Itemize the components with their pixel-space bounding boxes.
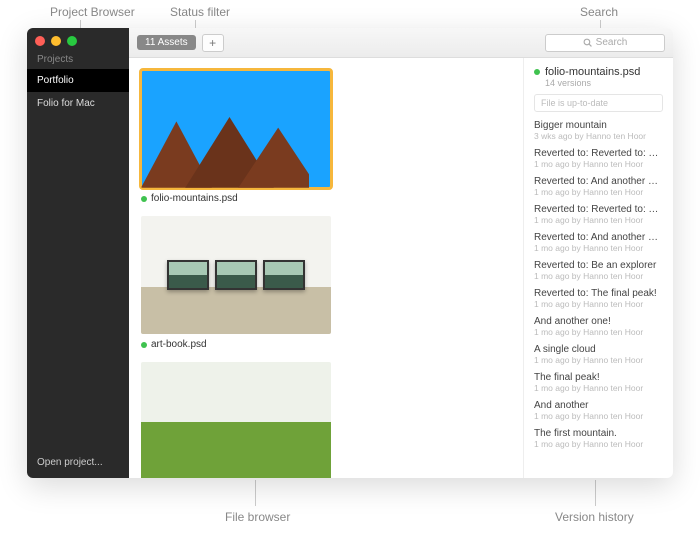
version-history-panel: folio-mountains.psd 14 versions File is … xyxy=(523,58,673,478)
callout-version-history: Version history xyxy=(555,510,634,524)
version-item[interactable]: Reverted to: Be an explorer1 mo ago by H… xyxy=(534,260,663,281)
version-item[interactable]: The first mountain.1 mo ago by Hanno ten… xyxy=(534,428,663,449)
version-meta: 1 mo ago by Hanno ten Hoor xyxy=(534,243,663,253)
version-item[interactable]: Reverted to: The final peak!1 mo ago by … xyxy=(534,288,663,309)
version-item[interactable]: Bigger mountain3 wks ago by Hanno ten Ho… xyxy=(534,120,663,141)
asset-art-book[interactable]: art-book.psd xyxy=(141,216,331,350)
gallery-picture-icon xyxy=(167,260,209,290)
open-project-button[interactable]: Open project... xyxy=(27,447,129,478)
version-item[interactable]: Reverted to: Reverted to: The1 mo ago by… xyxy=(534,148,663,169)
version-meta: 1 mo ago by Hanno ten Hoor xyxy=(534,271,663,281)
asset-rice-fields[interactable]: Rice fields I took this photo while on a… xyxy=(141,362,331,478)
uptodate-badge: File is up-to-date xyxy=(534,94,663,112)
sidebar-header: Projects xyxy=(27,50,129,69)
version-count: 14 versions xyxy=(545,78,663,88)
version-title: The final peak! xyxy=(534,372,663,383)
version-title: The first mountain. xyxy=(534,428,663,439)
asset-thumbnail xyxy=(141,362,331,478)
callout-line xyxy=(595,480,596,506)
version-meta: 1 mo ago by Hanno ten Hoor xyxy=(534,299,663,309)
version-meta: 1 mo ago by Hanno ten Hoor xyxy=(534,439,663,449)
version-title: Bigger mountain xyxy=(534,120,663,131)
asset-thumbnail xyxy=(141,70,331,188)
main-area: 11 Assets + Search xyxy=(129,28,673,478)
version-item[interactable]: The final peak!1 mo ago by Hanno ten Hoo… xyxy=(534,372,663,393)
version-filename: folio-mountains.psd xyxy=(545,66,640,78)
content-area: folio-mountains.psd art-book.psd xyxy=(129,58,673,478)
close-icon[interactable] xyxy=(35,36,45,46)
asset-thumbnail xyxy=(141,216,331,334)
asset-folio-mountains[interactable]: folio-mountains.psd xyxy=(141,70,331,204)
mountain-icon xyxy=(141,117,309,188)
version-meta: 1 mo ago by Hanno ten Hoor xyxy=(534,411,663,421)
version-title: Reverted to: And another one! xyxy=(534,232,663,243)
version-meta: 1 mo ago by Hanno ten Hoor xyxy=(534,215,663,225)
version-title: Reverted to: Reverted to: The xyxy=(534,148,663,159)
version-meta: 3 wks ago by Hanno ten Hoor xyxy=(534,131,663,141)
sidebar-item-folio-for-mac[interactable]: Folio for Mac xyxy=(27,92,129,115)
version-title: Reverted to: Reverted to: The xyxy=(534,204,663,215)
window-controls xyxy=(27,28,129,50)
version-meta: 1 mo ago by Hanno ten Hoor xyxy=(534,355,663,365)
search-input[interactable]: Search xyxy=(545,34,665,52)
version-meta: 1 mo ago by Hanno ten Hoor xyxy=(534,327,663,337)
version-title: A single cloud xyxy=(534,344,663,355)
callout-search: Search xyxy=(580,5,618,19)
search-placeholder: Search xyxy=(596,37,628,48)
project-browser-sidebar: Projects Portfolio Folio for Mac Open pr… xyxy=(27,28,129,478)
version-meta: 1 mo ago by Hanno ten Hoor xyxy=(534,159,663,169)
version-item[interactable]: Reverted to: And another one!1 mo ago by… xyxy=(534,176,663,197)
version-item[interactable]: Reverted to: Reverted to: The1 mo ago by… xyxy=(534,204,663,225)
status-dot-icon xyxy=(141,196,147,202)
callout-status-filter: Status filter xyxy=(170,5,230,19)
minimize-icon[interactable] xyxy=(51,36,61,46)
status-dot-icon xyxy=(534,69,540,75)
version-title: Reverted to: And another one! xyxy=(534,176,663,187)
version-title: And another one! xyxy=(534,316,663,327)
add-button[interactable]: + xyxy=(202,34,224,52)
status-dot-icon xyxy=(141,342,147,348)
version-meta: 1 mo ago by Hanno ten Hoor xyxy=(534,383,663,393)
status-filter-button[interactable]: 11 Assets xyxy=(137,35,196,50)
callout-file-browser: File browser xyxy=(225,510,290,524)
version-meta: 1 mo ago by Hanno ten Hoor xyxy=(534,187,663,197)
asset-label: art-book.psd xyxy=(151,339,207,350)
asset-label: folio-mountains.psd xyxy=(151,193,238,204)
app-window: Projects Portfolio Folio for Mac Open pr… xyxy=(27,28,673,478)
gallery-picture-icon xyxy=(215,260,257,290)
version-item[interactable]: And another one!1 mo ago by Hanno ten Ho… xyxy=(534,316,663,337)
version-title: Reverted to: The final peak! xyxy=(534,288,663,299)
file-browser: folio-mountains.psd art-book.psd xyxy=(129,58,523,478)
sidebar-item-portfolio[interactable]: Portfolio xyxy=(27,69,129,92)
version-item[interactable]: A single cloud1 mo ago by Hanno ten Hoor xyxy=(534,344,663,365)
version-title: And another xyxy=(534,400,663,411)
version-title: Reverted to: Be an explorer xyxy=(534,260,663,271)
maximize-icon[interactable] xyxy=(67,36,77,46)
callout-line xyxy=(255,480,256,506)
callout-project-browser: Project Browser xyxy=(50,5,135,19)
toolbar: 11 Assets + Search xyxy=(129,28,673,58)
search-icon xyxy=(583,38,592,47)
version-item[interactable]: Reverted to: And another one!1 mo ago by… xyxy=(534,232,663,253)
gallery-picture-icon xyxy=(263,260,305,290)
version-item[interactable]: And another1 mo ago by Hanno ten Hoor xyxy=(534,400,663,421)
